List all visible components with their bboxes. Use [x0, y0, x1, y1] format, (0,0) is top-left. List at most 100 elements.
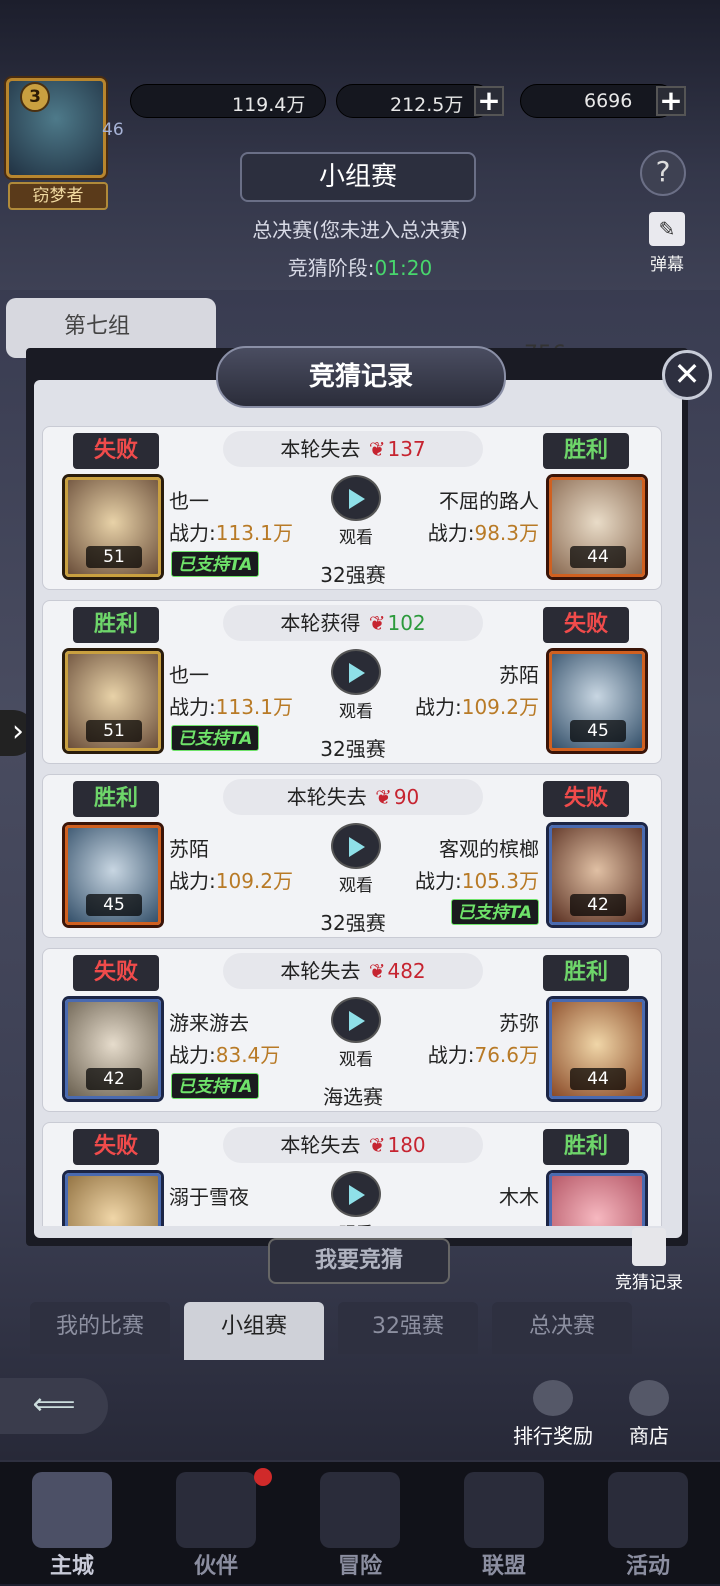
shop-label: 商店	[629, 1424, 669, 1448]
record-header: 本轮失去 ❦ 180	[223, 1127, 483, 1163]
shop-button[interactable]: 商店	[604, 1380, 694, 1448]
close-button[interactable]: ✕	[662, 350, 712, 400]
cards-icon	[608, 1472, 688, 1548]
match-tabs: 我的比赛 小组赛 32强赛 总决赛	[30, 1302, 680, 1360]
play-icon	[331, 1171, 381, 1217]
add-gold-button[interactable]: +	[474, 86, 504, 116]
play-icon	[331, 649, 381, 695]
nav-events[interactable]: 活动	[576, 1462, 720, 1586]
watch-label: 观看	[329, 1219, 383, 1226]
nav-alliance[interactable]: 联盟	[432, 1462, 576, 1586]
watch-button[interactable]: 观看	[329, 475, 383, 548]
left-power-label: 战力:	[169, 521, 216, 545]
record-header: 本轮失去 ❦ 90	[223, 779, 483, 815]
gold-value: 212.5万	[390, 94, 464, 116]
left-name: 也一	[169, 663, 209, 687]
right-power: 战力:98.3万	[428, 517, 539, 546]
watch-label: 观看	[339, 876, 373, 896]
adventure-icon	[320, 1472, 400, 1548]
add-gem-button[interactable]: +	[656, 86, 686, 116]
match-stage: 32强赛	[320, 911, 386, 935]
watch-button[interactable]: 观看	[329, 997, 383, 1070]
watch-label: 观看	[339, 1050, 373, 1070]
guess-phase: 竞猜阶段:01:20	[200, 252, 520, 281]
right-result: 胜利	[543, 1129, 629, 1165]
play-icon	[331, 475, 381, 521]
watch-button[interactable]: 观看	[329, 823, 383, 896]
match-stage: 海选赛	[323, 1085, 383, 1109]
record-header: 本轮失去 ❦ 482	[223, 953, 483, 989]
page-title: 小组赛	[240, 152, 476, 202]
record-amount: 90	[393, 785, 420, 809]
tab-finals[interactable]: 总决赛	[492, 1302, 632, 1354]
record-amount: 102	[387, 611, 426, 635]
match-stage: 32强赛	[320, 563, 386, 587]
record-amount: 137	[387, 437, 426, 461]
top-area	[0, 0, 720, 290]
left-power: 战力:113.1万	[169, 517, 293, 546]
left-avatar[interactable]	[65, 1173, 161, 1226]
tab-top32[interactable]: 32强赛	[338, 1302, 478, 1354]
match-stage: 32强赛	[320, 737, 386, 761]
play-icon	[331, 823, 381, 869]
scroll-icon	[632, 1228, 666, 1266]
rose-icon: ❦	[368, 959, 386, 983]
nav-label: 主城	[49, 1554, 94, 1579]
record-amount: 482	[387, 959, 426, 983]
tab-my-matches[interactable]: 我的比赛	[30, 1302, 170, 1354]
record-header-label: 本轮失去	[280, 437, 361, 461]
right-name: 木木	[499, 1185, 539, 1209]
record-card: 本轮失去 ❦ 482 失败 胜利 42 44 游来游去 战力:83.4万 苏弥 战…	[42, 948, 662, 1112]
right-power-value: 76.6万	[474, 1043, 539, 1067]
left-power-value: 83.4万	[215, 1043, 281, 1067]
watch-button[interactable]: 观看	[329, 649, 383, 722]
left-result: 胜利	[73, 781, 159, 817]
right-name: 苏陌	[499, 663, 539, 687]
danmaku-button[interactable]: ✎ 弹幕	[632, 212, 702, 275]
left-name: 游来游去	[169, 1011, 249, 1035]
guess-record-label: 竞猜记录	[615, 1273, 683, 1293]
left-power: 战力:109.2万	[169, 865, 293, 894]
back-button[interactable]: ⟸	[0, 1378, 108, 1434]
right-power-label: 战力:	[414, 869, 462, 893]
watch-label: 观看	[339, 702, 373, 722]
right-power-value: 105.3万	[461, 869, 539, 893]
rose-icon: ❦	[368, 1133, 386, 1157]
record-header-label: 本轮失去	[286, 785, 367, 809]
left-name: 苏陌	[169, 837, 209, 861]
ranking-reward-button[interactable]: 排行奖励	[508, 1380, 598, 1448]
guess-record-button[interactable]: 竞猜记录	[606, 1228, 692, 1298]
notification-dot	[254, 1468, 272, 1486]
left-name: 也一	[169, 489, 209, 513]
right-avatar[interactable]	[549, 1173, 645, 1226]
modal-title: 竞猜记录	[216, 346, 506, 408]
watch-button[interactable]: 观看	[329, 1171, 383, 1226]
record-list[interactable]: 本轮失去 ❦ 137 失败 胜利 51 44 也一 战力:113.1万 不屈的路人…	[42, 426, 668, 1226]
nav-label: 冒险	[337, 1554, 382, 1579]
power-value: 119.4万	[232, 94, 306, 116]
rose-icon: ❦	[375, 785, 392, 809]
play-icon	[331, 997, 381, 1043]
right-result: 胜利	[543, 955, 629, 991]
page-subtitle: 总决赛(您未进入总决赛)	[252, 218, 468, 242]
nav-label: 联盟	[481, 1554, 526, 1579]
record-card: 本轮失去 ❦180 失败 胜利 溺于雪夜 木木 观看	[42, 1122, 662, 1226]
right-power-value: 109.2万	[461, 695, 539, 719]
record-header-label: 本轮失去	[280, 1133, 361, 1157]
rose-icon: ❦	[368, 437, 386, 461]
guess-button[interactable]: 我要竞猜	[268, 1238, 450, 1284]
record-header-label: 本轮失去	[280, 959, 361, 983]
right-result: 胜利	[543, 433, 629, 469]
left-power: 战力:113.1万	[169, 691, 293, 720]
right-result: 失败	[543, 781, 629, 817]
shop-icon	[629, 1380, 669, 1416]
nav-adventure[interactable]: 冒险	[288, 1462, 432, 1586]
right-name: 客观的槟榔	[439, 837, 539, 861]
record-header: 本轮获得 ❦ 102	[223, 605, 483, 641]
player-exp-level: 46	[102, 120, 124, 140]
left-result: 失败	[73, 433, 159, 469]
nav-main-city[interactable]: 主城	[0, 1462, 144, 1586]
right-power-label: 战力:	[427, 521, 475, 545]
tab-group-stage[interactable]: 小组赛	[184, 1302, 324, 1360]
help-button[interactable]: ?	[640, 150, 686, 196]
